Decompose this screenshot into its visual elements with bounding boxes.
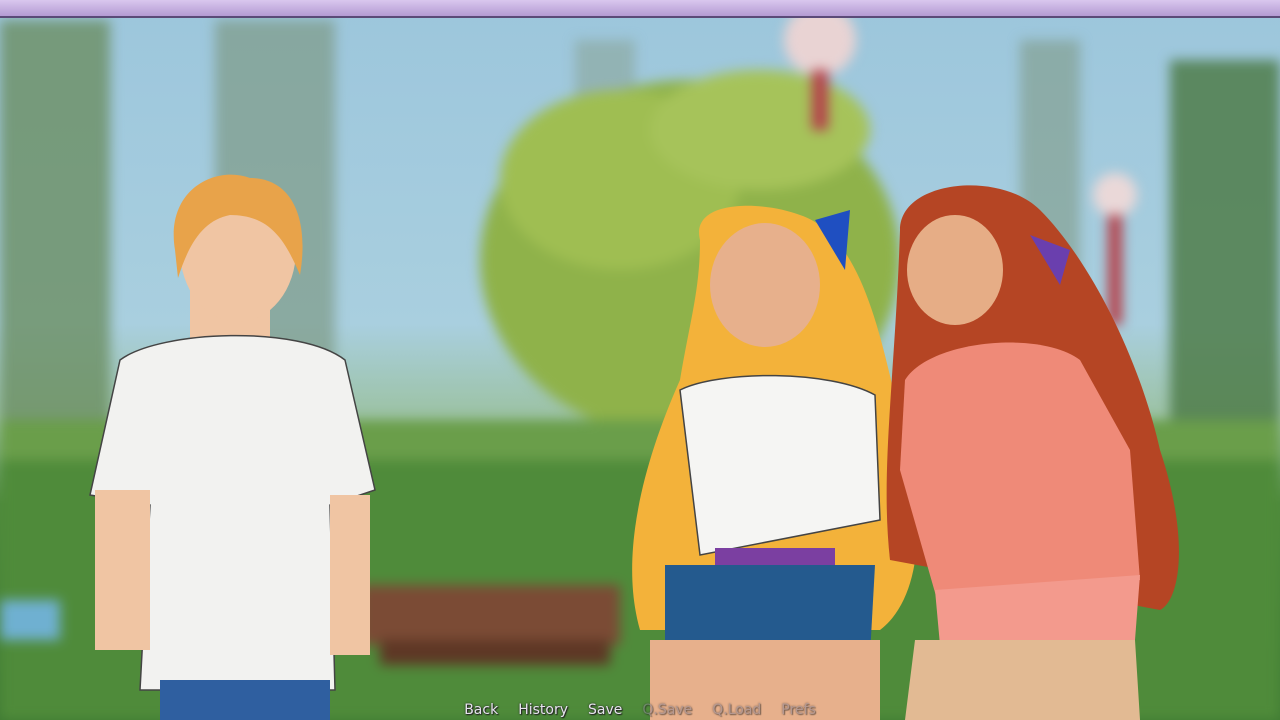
preferences-button[interactable]: Prefs xyxy=(781,700,815,720)
history-button[interactable]: History xyxy=(518,700,568,720)
top-window-bar xyxy=(0,0,1280,18)
character-redhead-girl xyxy=(886,185,1179,720)
save-button[interactable]: Save xyxy=(588,700,622,720)
character-boy xyxy=(89,174,376,720)
game-scene[interactable] xyxy=(0,0,1280,720)
characters-layer xyxy=(89,174,1179,720)
character-blonde-girl xyxy=(632,205,918,720)
quick-menu: Back History Save Q.Save Q.Load Prefs xyxy=(0,698,1280,720)
quick-save-button[interactable]: Q.Save xyxy=(642,700,692,720)
back-button[interactable]: Back xyxy=(464,700,498,720)
quick-load-button[interactable]: Q.Load xyxy=(712,700,761,720)
